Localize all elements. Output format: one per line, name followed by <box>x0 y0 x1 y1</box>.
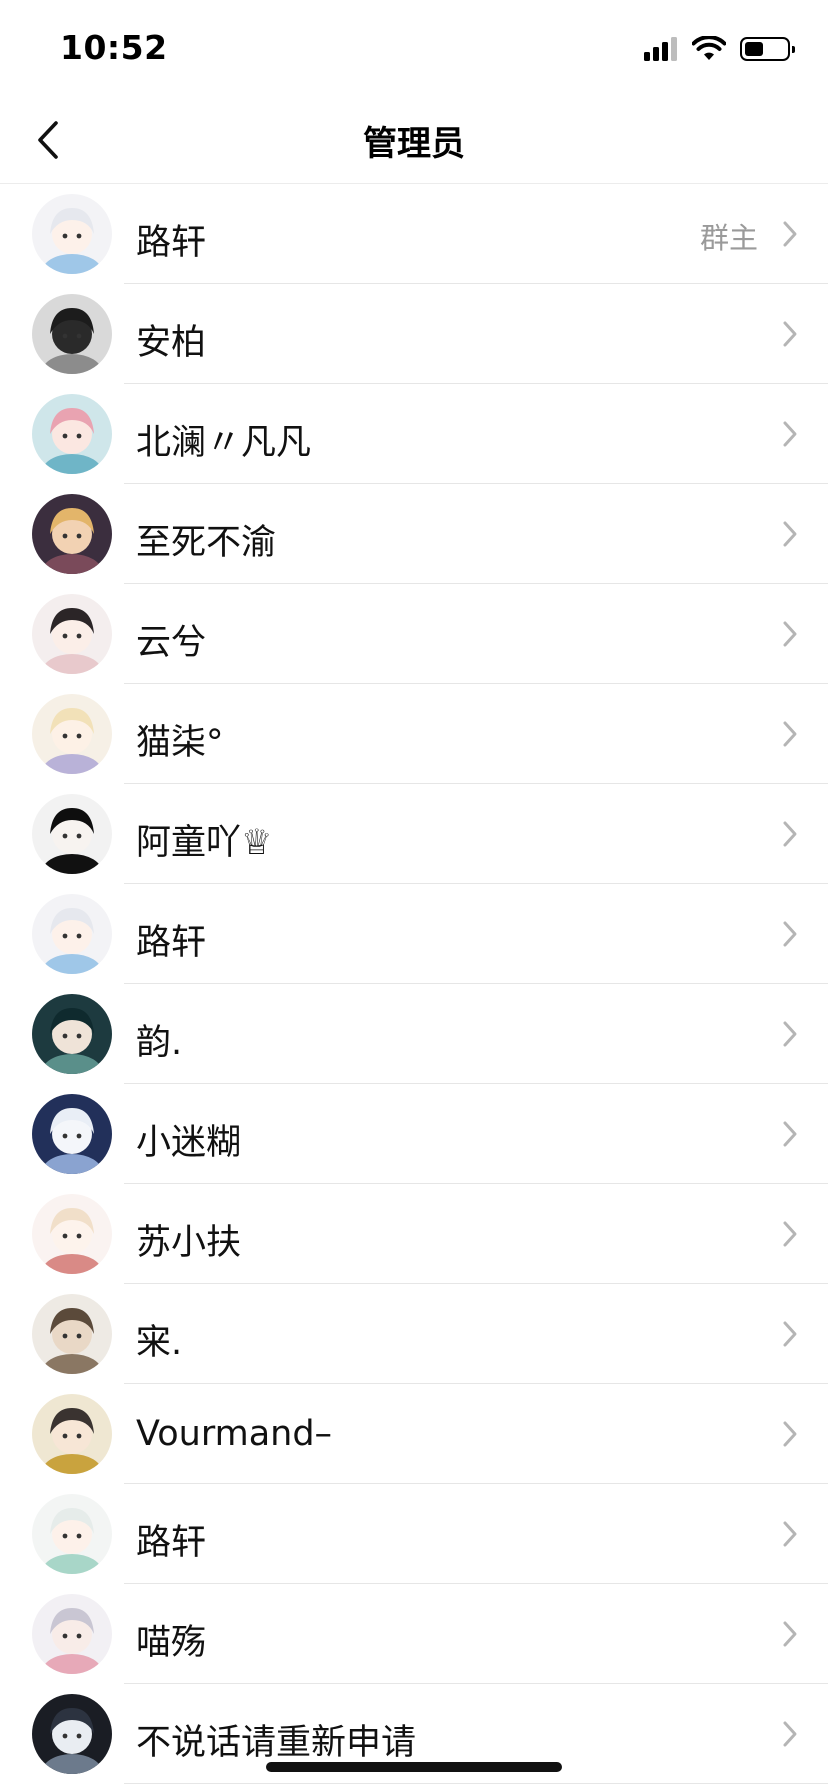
chevron-right-icon <box>782 1320 798 1348</box>
member-name: 苏小扶 <box>136 1223 242 1263</box>
member-name: 路轩 <box>136 1523 207 1563</box>
avatar <box>32 1594 112 1674</box>
battery-icon <box>740 37 795 61</box>
avatar <box>32 1494 112 1574</box>
avatar <box>32 1194 112 1274</box>
member-row[interactable]: 路轩 <box>0 1484 828 1584</box>
member-row[interactable]: 宩. <box>0 1284 828 1384</box>
member-name: 云兮 <box>136 623 207 663</box>
member-name: 路轩 <box>136 223 207 263</box>
chevron-right-icon <box>782 1620 798 1648</box>
chevron-right-icon <box>782 820 798 848</box>
avatar <box>32 994 112 1074</box>
member-name: 路轩 <box>136 923 207 963</box>
nav-bar: 管理员 <box>0 96 828 184</box>
wifi-icon <box>692 36 726 60</box>
member-name: Vourmand– <box>136 1414 333 1454</box>
member-name: 不说话请重新申请 <box>136 1723 417 1763</box>
member-name: 北澜〃凡凡 <box>136 423 312 463</box>
member-row[interactable]: 阿童吖♕ <box>0 784 828 884</box>
avatar <box>32 1294 112 1374</box>
member-name: 猫柒° <box>136 723 224 763</box>
chevron-right-icon <box>782 920 798 948</box>
chevron-right-icon <box>782 620 798 648</box>
admin-member-list: 路轩 群主 安柏 北澜〃凡凡 至死不渝 云兮 猫柒° 阿童吖♕ 路轩 韵. 小迷糊 苏小扶 宩. Vour… <box>0 184 828 1784</box>
chevron-right-icon <box>782 220 798 248</box>
member-name: 阿童吖♕ <box>136 823 273 863</box>
role-badge: 群主 <box>699 221 758 255</box>
member-row[interactable]: 猫柒° <box>0 684 828 784</box>
member-row[interactable]: 云兮 <box>0 584 828 684</box>
member-name: 小迷糊 <box>136 1123 242 1163</box>
member-name: 韵. <box>136 1023 183 1063</box>
status-time: 10:52 <box>60 28 168 67</box>
avatar <box>32 494 112 574</box>
member-name: 安柏 <box>136 323 207 363</box>
chevron-right-icon <box>782 520 798 548</box>
member-row[interactable]: 韵. <box>0 984 828 1084</box>
avatar <box>32 1394 112 1474</box>
avatar <box>32 294 112 374</box>
row-divider <box>124 1783 828 1784</box>
member-name: 至死不渝 <box>136 523 277 563</box>
member-row[interactable]: Vourmand– <box>0 1384 828 1484</box>
member-row[interactable]: 北澜〃凡凡 <box>0 384 828 484</box>
chevron-right-icon <box>782 420 798 448</box>
member-row[interactable]: 至死不渝 <box>0 484 828 584</box>
chevron-right-icon <box>782 1720 798 1748</box>
member-row[interactable]: 苏小扶 <box>0 1184 828 1284</box>
chevron-right-icon <box>782 1520 798 1548</box>
status-bar: 10:52 <box>0 0 828 96</box>
chevron-right-icon <box>782 1020 798 1048</box>
avatar <box>32 794 112 874</box>
chevron-right-icon <box>782 1120 798 1148</box>
status-icons <box>644 36 795 62</box>
avatar <box>32 394 112 474</box>
page-title: 管理员 <box>363 124 465 164</box>
home-indicator <box>266 1762 562 1772</box>
chevron-right-icon <box>782 720 798 748</box>
avatar <box>32 1094 112 1174</box>
avatar <box>32 694 112 774</box>
member-row[interactable]: 喵殇 <box>0 1584 828 1684</box>
member-row[interactable]: 小迷糊 <box>0 1084 828 1184</box>
avatar <box>32 1694 112 1774</box>
chevron-right-icon <box>782 1420 798 1448</box>
cellular-signal-icon <box>644 37 677 61</box>
member-row[interactable]: 安柏 <box>0 284 828 384</box>
avatar <box>32 594 112 674</box>
member-row[interactable]: 路轩 群主 <box>0 184 828 284</box>
member-row[interactable]: 路轩 <box>0 884 828 984</box>
member-name: 宩. <box>136 1323 183 1363</box>
chevron-right-icon <box>782 320 798 348</box>
avatar <box>32 894 112 974</box>
member-name: 喵殇 <box>136 1623 207 1663</box>
avatar <box>32 194 112 274</box>
chevron-right-icon <box>782 1220 798 1248</box>
